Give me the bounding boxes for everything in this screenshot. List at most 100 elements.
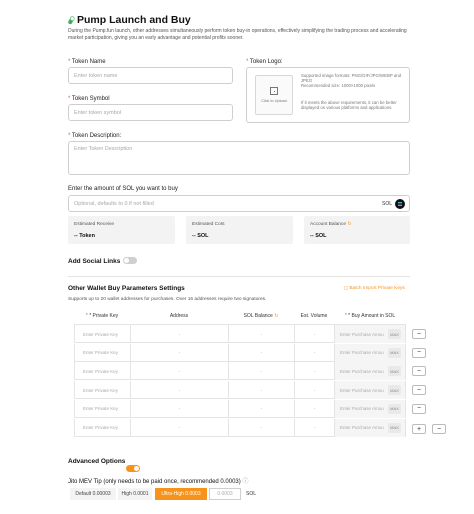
remove-row-button[interactable]: − bbox=[412, 366, 426, 377]
max-button[interactable]: MAX bbox=[388, 347, 401, 358]
tip-unit: SOL bbox=[246, 491, 257, 497]
balance-refresh-icon[interactable]: ↻ bbox=[274, 313, 278, 319]
import-icon: ◻ bbox=[344, 286, 348, 291]
image-upload-icon bbox=[270, 87, 278, 95]
address-cell: - bbox=[130, 362, 228, 381]
estimated-cost-value: -- SOL bbox=[192, 233, 209, 239]
page-title: Pump Launch and Buy bbox=[68, 14, 191, 26]
estimated-receive-value: -- Token bbox=[74, 233, 95, 239]
batch-import-link[interactable]: ◻ Batch Import Private Keys bbox=[344, 286, 405, 291]
buy-amount-input[interactable]: Enter Purchase Amou MAX bbox=[334, 325, 406, 343]
add-row-button[interactable]: + bbox=[412, 424, 426, 434]
sol-balance-cell: - bbox=[228, 418, 294, 437]
col-buy-amount: * * Buy Amount in SOL bbox=[344, 313, 396, 319]
estimated-receive-label: Estimated Receive bbox=[74, 222, 114, 227]
logo-format-hint: Supported image formats: PNG/GIF/JPG/WEB… bbox=[301, 73, 401, 83]
estimated-receive-card: Estimated Receive -- Token bbox=[68, 216, 175, 244]
address-cell: - bbox=[130, 399, 228, 418]
upload-button[interactable]: Click to Upload bbox=[255, 75, 293, 115]
token-description-label: * Token Description: bbox=[68, 133, 122, 139]
address-cell: - bbox=[130, 325, 228, 343]
est-volume-cell: - bbox=[294, 399, 334, 418]
social-links-toggle[interactable] bbox=[123, 257, 137, 264]
max-button[interactable]: MAX bbox=[388, 385, 401, 396]
private-key-input[interactable]: Enter Private Key bbox=[74, 325, 130, 343]
buy-amount-input[interactable]: Enter Purchase Amou MAX bbox=[334, 343, 406, 362]
buy-amount-input[interactable]: Enter Purchase Amou MAX bbox=[334, 399, 406, 418]
est-volume-cell: - bbox=[294, 381, 334, 400]
buy-amount-placeholder: Enter Purchase Amou bbox=[340, 425, 384, 430]
max-button[interactable]: MAX bbox=[388, 403, 401, 414]
upload-label: Click to Upload bbox=[261, 99, 287, 103]
private-key-input[interactable]: Enter Private Key bbox=[74, 418, 130, 437]
max-button[interactable]: MAX bbox=[388, 422, 401, 433]
buy-amount-input[interactable]: Enter Purchase Amou MAX bbox=[334, 362, 406, 381]
tip-custom-input[interactable]: 0.0003 bbox=[209, 488, 241, 500]
wallet-table-row: Enter Private Key - - - Enter Purchase Amou M… bbox=[74, 418, 406, 437]
est-volume-cell: - bbox=[294, 362, 334, 381]
max-button[interactable]: MAX bbox=[388, 329, 401, 339]
private-key-input[interactable]: Enter Private Key bbox=[74, 343, 130, 362]
tip-ultra-high-button[interactable]: Ultra-High 0.0003 bbox=[155, 488, 207, 500]
remove-row-button-last[interactable]: − bbox=[432, 424, 446, 434]
buy-amount-input[interactable]: Enter Purchase Amou MAX bbox=[334, 418, 406, 437]
wallet-table-row: Enter Private Key - - - Enter Purchase Amou M… bbox=[74, 362, 406, 381]
private-key-input[interactable]: Enter Private Key bbox=[74, 399, 130, 418]
col-est-volume: Est. Volume bbox=[300, 313, 328, 319]
remove-row-button[interactable]: − bbox=[412, 403, 426, 414]
est-volume-cell: - bbox=[294, 325, 334, 343]
estimated-cost-card: Estimated Cost -- SOL bbox=[186, 216, 293, 244]
wallet-table-row: Enter Private Key - - - Enter Purchase Amou M… bbox=[74, 325, 406, 343]
wallet-table-row: Enter Private Key - - - Enter Purchase Amou M… bbox=[74, 381, 406, 400]
token-symbol-input[interactable]: Enter token symbol bbox=[68, 104, 233, 121]
jito-tip-label: Jito MEV Tip (only needs to be paid once… bbox=[68, 479, 249, 485]
sol-amount-input[interactable]: Optional, defaults to 0 if not filled SO… bbox=[68, 195, 410, 212]
sol-unit: SOL bbox=[381, 201, 392, 207]
token-description-input[interactable]: Enter Token Description bbox=[68, 141, 410, 175]
advanced-options-toggle[interactable] bbox=[126, 465, 140, 472]
max-button[interactable]: MAX bbox=[388, 366, 401, 377]
divider bbox=[68, 276, 410, 277]
buy-amount-placeholder: Enter Purchase Amou bbox=[340, 406, 384, 412]
tip-high-button[interactable]: High 0.0001 bbox=[118, 488, 152, 500]
buy-amount-input[interactable]: Enter Purchase Amou MAX bbox=[334, 381, 406, 400]
remove-row-button[interactable]: − bbox=[412, 347, 426, 358]
logo-size-hint: Recommended size: 1000×1000 pixels bbox=[301, 83, 376, 88]
buy-amount-placeholder: Enter Purchase Amou bbox=[340, 368, 384, 374]
logo-extra-hint: If it meets the above requirements, it c… bbox=[301, 100, 397, 110]
info-icon: ⓘ bbox=[242, 479, 249, 485]
private-key-input[interactable]: Enter Private Key bbox=[74, 381, 130, 400]
account-balance-card: Account Balance ↻ -- SOL bbox=[304, 216, 410, 244]
sol-amount-placeholder: Optional, defaults to 0 if not filled bbox=[74, 200, 154, 207]
col-sol-balance: SOL Balance ↻ bbox=[243, 313, 279, 319]
page-title-text: Pump Launch and Buy bbox=[77, 14, 191, 26]
account-balance-label: Account Balance ↻ bbox=[310, 222, 352, 227]
private-key-input[interactable]: Enter Private Key bbox=[74, 362, 130, 381]
token-name-label: * Token Name bbox=[68, 59, 106, 65]
pill-icon bbox=[68, 16, 75, 25]
sol-balance-cell: - bbox=[228, 343, 294, 362]
sol-balance-cell: - bbox=[228, 362, 294, 381]
wallet-section-subtitle: Supports up to 20 wallet addresses for p… bbox=[68, 297, 267, 302]
refresh-icon[interactable]: ↻ bbox=[347, 222, 351, 227]
remove-row-button[interactable]: − bbox=[412, 385, 426, 396]
estimated-cost-label: Estimated Cost bbox=[192, 222, 225, 227]
account-balance-value: -- SOL bbox=[310, 233, 327, 239]
buy-amount-placeholder: Enter Purchase Amou bbox=[340, 331, 384, 337]
est-volume-cell: - bbox=[294, 343, 334, 362]
wallet-section-title: Other Wallet Buy Parameters Settings bbox=[68, 285, 185, 292]
token-logo-box: Click to Upload Supported image formats:… bbox=[246, 67, 410, 123]
token-name-input[interactable]: Enter token name bbox=[68, 67, 233, 84]
sol-balance-cell: - bbox=[228, 325, 294, 343]
address-cell: - bbox=[130, 381, 228, 400]
advanced-options-label: Advanced Options bbox=[68, 458, 126, 465]
est-volume-cell: - bbox=[294, 418, 334, 437]
sol-balance-cell: - bbox=[228, 399, 294, 418]
address-cell: - bbox=[130, 343, 228, 362]
wallet-table-header: * * Private Key Address SOL Balance ↻ Es… bbox=[74, 307, 406, 325]
token-logo-label: * Token Logo: bbox=[246, 59, 283, 65]
col-private-key: * * Private Key bbox=[85, 313, 119, 319]
tip-default-button[interactable]: Default 0.00003 bbox=[70, 488, 116, 500]
remove-row-button[interactable]: − bbox=[412, 329, 426, 339]
wallet-table-row: Enter Private Key - - - Enter Purchase Amou M… bbox=[74, 343, 406, 362]
